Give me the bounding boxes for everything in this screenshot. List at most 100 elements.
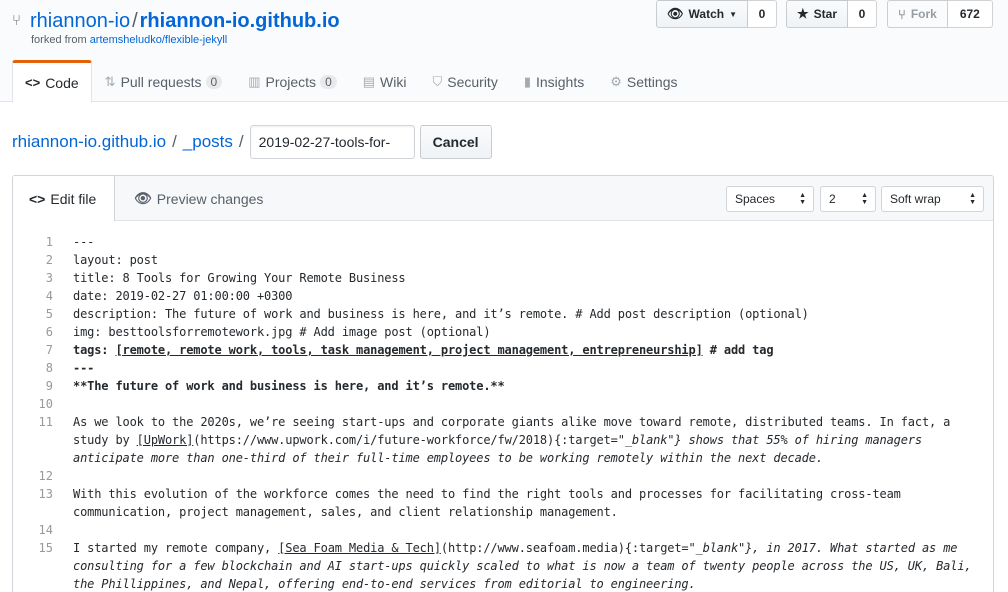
tab-pull-requests-label: Pull requests bbox=[120, 74, 202, 90]
code-text: --- bbox=[73, 235, 95, 249]
tab-wiki[interactable]: ▤ Wiki bbox=[350, 60, 420, 102]
line-number: 14 bbox=[38, 523, 53, 537]
code-text: tags: [remote, remote work, tools, task … bbox=[73, 341, 977, 359]
code-text: As we look to the 2020s, we’re seeing st… bbox=[73, 413, 977, 467]
repo-title-separator: / bbox=[132, 10, 138, 32]
fork-label: Fork bbox=[910, 7, 937, 21]
code-segment: (http://www.seafoam.media){:target=" bbox=[440, 541, 696, 555]
code-text: title: 8 Tools for Growing Your Remote B… bbox=[73, 271, 406, 285]
star-count[interactable]: 0 bbox=[848, 0, 877, 28]
line-number: 3 bbox=[45, 271, 53, 285]
tab-code[interactable]: <> Code bbox=[12, 60, 92, 103]
code-line: 6 img: besttoolsforremotework.jpg # Add … bbox=[13, 323, 993, 341]
fork-button[interactable]: ⑂ Fork bbox=[887, 0, 948, 28]
breadcrumb-separator: / bbox=[238, 132, 244, 151]
code-text: description: The future of work and busi… bbox=[73, 307, 809, 321]
code-line: 8 --- bbox=[13, 359, 993, 377]
code-line: 14 bbox=[13, 521, 993, 539]
code-link-segment: [Sea Foam Media & Tech] bbox=[278, 541, 441, 555]
code-line: 11 As we look to the 2020s, we’re seeing… bbox=[13, 413, 993, 467]
graph-icon: ▮ bbox=[523, 74, 531, 89]
code-segment: (https://www.upwork.com/i/future-workfor… bbox=[193, 433, 625, 447]
breadcrumb-repo-link[interactable]: rhiannon-io.github.io bbox=[12, 132, 166, 152]
code-icon: <> bbox=[25, 75, 41, 90]
tab-preview-changes-label: Preview changes bbox=[156, 190, 264, 207]
breadcrumb-folder-link[interactable]: _posts bbox=[183, 132, 233, 152]
watch-group: 👁 Watch ▼ 0 bbox=[656, 0, 777, 28]
tab-insights[interactable]: ▮ Insights bbox=[511, 60, 597, 102]
code-line: 4 date: 2019-02-27 01:00:00 +0300 bbox=[13, 287, 993, 305]
line-number: 8 bbox=[45, 361, 53, 375]
star-group: ★ Star 0 bbox=[786, 0, 877, 28]
code-line: 3 title: 8 Tools for Growing Your Remote… bbox=[13, 269, 993, 287]
fork-group: ⑂ Fork 672 bbox=[887, 0, 993, 28]
tab-projects-label: Projects bbox=[265, 74, 317, 90]
tab-security[interactable]: ⛉ Security bbox=[419, 60, 510, 102]
repo-header: ⑂ rhiannon-io / rhiannon-io.github.io forke… bbox=[0, 0, 1008, 103]
projects-counter: 0 bbox=[320, 75, 337, 89]
tab-settings-label: Settings bbox=[626, 74, 678, 90]
watch-button[interactable]: 👁 Watch ▼ bbox=[656, 0, 748, 28]
line-number: 13 bbox=[38, 487, 53, 501]
tab-pull-requests[interactable]: ⇅ Pull requests 0 bbox=[92, 60, 236, 102]
star-icon: ★ bbox=[797, 6, 809, 21]
watch-label: Watch bbox=[688, 7, 725, 21]
code-editor[interactable]: 1 --- 2 layout: post 3 title: 8 Tools fo… bbox=[13, 221, 993, 592]
code-line: 5 description: The future of work and bu… bbox=[13, 305, 993, 323]
tab-wiki-label: Wiki bbox=[380, 74, 407, 90]
indent-size-select[interactable]: 2 ▲ ▼ bbox=[820, 186, 876, 212]
pull-requests-counter: 0 bbox=[205, 75, 223, 89]
select-arrows-icon: ▲ ▼ bbox=[799, 192, 806, 206]
caret-down-icon: ▼ bbox=[729, 9, 737, 19]
code-line: 1 --- bbox=[13, 233, 993, 251]
line-number: 6 bbox=[45, 325, 53, 339]
fork-count[interactable]: 672 bbox=[947, 0, 993, 28]
line-number: 7 bbox=[45, 343, 53, 357]
code-line: 13 With this evolution of the workforce … bbox=[13, 485, 993, 521]
cancel-button[interactable]: Cancel bbox=[419, 125, 492, 159]
forked-from-text: forked from artemsheludko/flexible-jekyl… bbox=[31, 34, 227, 46]
wrap-mode-select[interactable]: Soft wrap ▲ ▼ bbox=[881, 186, 984, 212]
code-text: layout: post bbox=[73, 253, 158, 267]
code-text: I started my remote company, [Sea Foam M… bbox=[73, 539, 977, 592]
fork-icon: ⑂ bbox=[898, 6, 906, 22]
tab-security-label: Security bbox=[447, 74, 498, 90]
star-label: Star bbox=[813, 7, 837, 21]
line-number: 4 bbox=[45, 289, 53, 303]
code-text: date: 2019-02-27 01:00:00 +0300 bbox=[73, 289, 293, 303]
tab-projects[interactable]: ▥ Projects 0 bbox=[235, 60, 350, 102]
repo-title: ⑂ rhiannon-io / rhiannon-io.github.io bbox=[12, 10, 340, 33]
code-line: 9 **The future of work and business is h… bbox=[13, 377, 993, 395]
tab-settings[interactable]: ⚙ Settings bbox=[597, 60, 690, 102]
eye-icon: 👁 bbox=[667, 6, 684, 21]
editor-header: <> Edit file 👁 Preview changes Spaces ▲ ▼… bbox=[13, 176, 993, 222]
breadcrumb-separator: / bbox=[172, 132, 177, 151]
tab-edit-file[interactable]: <> Edit file bbox=[13, 176, 115, 222]
line-number: 9 bbox=[45, 379, 53, 393]
pull-request-icon: ⇅ bbox=[104, 74, 116, 89]
star-button[interactable]: ★ Star bbox=[786, 0, 848, 28]
code-link-segment: [remote, remote work, tools, task manage… bbox=[115, 343, 703, 357]
project-icon: ▥ bbox=[248, 74, 261, 89]
gear-icon: ⚙ bbox=[610, 74, 622, 89]
repo-name-link[interactable]: rhiannon-io.github.io bbox=[140, 10, 340, 32]
line-number: 1 bbox=[45, 235, 53, 249]
indent-mode-select[interactable]: Spaces ▲ ▼ bbox=[726, 186, 814, 212]
forked-from-link[interactable]: artemsheludko/flexible-jekyll bbox=[90, 34, 228, 46]
forked-from-label: forked from bbox=[31, 34, 90, 46]
file-editor: <> Edit file 👁 Preview changes Spaces ▲ ▼… bbox=[12, 175, 994, 592]
shield-icon: ⛉ bbox=[432, 74, 443, 89]
line-number: 10 bbox=[38, 397, 53, 411]
tab-preview-changes[interactable]: 👁 Preview changes bbox=[134, 176, 263, 221]
tab-edit-file-label: Edit file bbox=[50, 191, 97, 207]
line-number: 2 bbox=[45, 253, 53, 267]
code-segment: # add tag bbox=[702, 343, 774, 357]
watch-count[interactable]: 0 bbox=[748, 0, 777, 28]
book-icon: ▤ bbox=[362, 74, 376, 89]
breadcrumb: rhiannon-io.github.io / _posts / Cancel bbox=[12, 125, 492, 159]
repo-owner-link[interactable]: rhiannon-io bbox=[30, 10, 130, 32]
code-text: --- bbox=[73, 361, 95, 375]
filename-input[interactable] bbox=[249, 125, 415, 159]
